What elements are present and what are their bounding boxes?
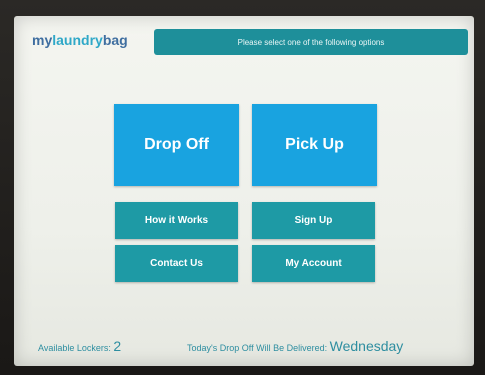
instruction-banner: Please select one of the following optio… — [154, 29, 468, 55]
logo-part-my: my — [32, 32, 53, 48]
available-lockers-label: Available Lockers: — [38, 343, 111, 353]
delivery-day: Wednesday — [329, 338, 404, 354]
kiosk-screen: mylaundrybag Please select one of the fo… — [14, 16, 474, 366]
my-account-button[interactable]: My Account — [252, 245, 375, 282]
pick-up-button[interactable]: Pick Up — [252, 104, 377, 186]
available-lockers-count: 2 — [113, 338, 122, 354]
available-lockers: Available Lockers: 2 — [38, 338, 121, 354]
delivery-info: Today's Drop Off Will Be Delivered: Wedn… — [187, 338, 403, 354]
how-it-works-button[interactable]: How it Works — [115, 202, 238, 239]
logo-part-laundry: laundry — [52, 32, 103, 48]
sign-up-button[interactable]: Sign Up — [252, 202, 375, 239]
logo-part-bag: bag — [102, 32, 128, 48]
delivery-label: Today's Drop Off Will Be Delivered: — [187, 343, 328, 353]
drop-off-button[interactable]: Drop Off — [114, 104, 239, 186]
contact-us-button[interactable]: Contact Us — [115, 245, 238, 282]
status-footer: Available Lockers: 2 Today's Drop Off Wi… — [14, 336, 474, 356]
app-logo: mylaundrybag — [32, 32, 128, 48]
